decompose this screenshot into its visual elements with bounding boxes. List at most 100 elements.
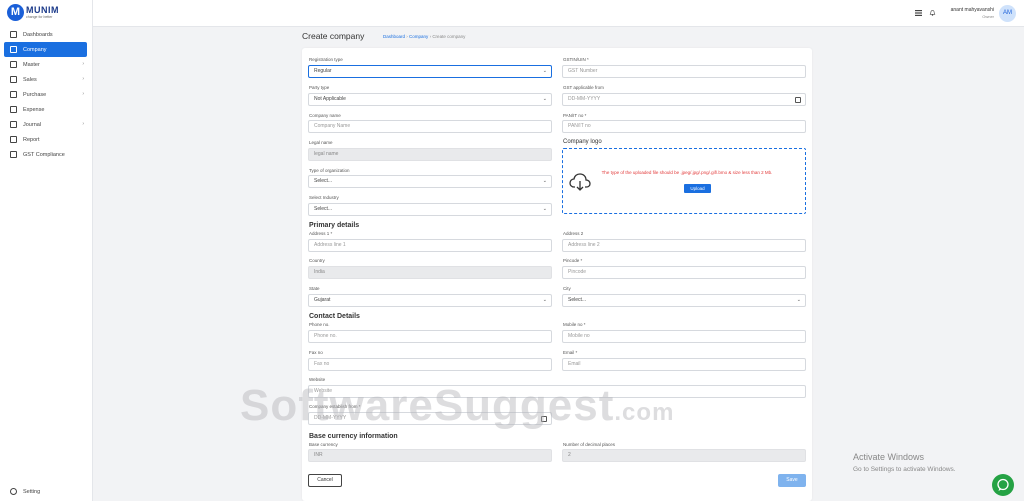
sidebar-item-gst-compliance[interactable]: GST Compliance <box>0 147 93 162</box>
document-icon <box>10 46 17 53</box>
tag-icon <box>10 76 17 83</box>
brand-name: MUNIM <box>26 5 59 15</box>
base-currency-heading: Base currency information <box>309 433 398 440</box>
country-input: India <box>308 266 552 279</box>
party-type-label: Party type <box>309 85 330 90</box>
sidebar-item-company[interactable]: Company <box>4 42 87 57</box>
chevron-down-icon: ⌄ <box>542 178 547 184</box>
chat-bubble-icon[interactable] <box>992 474 1014 496</box>
sidebar-item-purchase[interactable]: Purchase › <box>0 87 93 102</box>
sidebar-item-master[interactable]: Master › <box>0 57 93 72</box>
city-select[interactable]: Select... ⌄ <box>562 294 806 307</box>
cancel-button[interactable]: Cancel <box>308 474 342 487</box>
company-logo-label: Company logo <box>563 139 602 145</box>
fax-input[interactable]: Fax no <box>308 358 552 371</box>
chat-icon <box>997 478 1009 491</box>
cloud-upload-icon <box>569 173 591 191</box>
chevron-down-icon: ⌄ <box>796 297 801 303</box>
sidebar-item-label: GST Compliance <box>23 151 65 158</box>
activate-windows-title: Activate Windows <box>853 452 925 462</box>
primary-details-heading: Primary details <box>309 222 360 229</box>
phone-input[interactable]: Phone no. <box>308 330 552 343</box>
page-title: Create company <box>302 31 365 41</box>
sidebar-item-label: Expense <box>23 106 45 113</box>
gstin-input[interactable]: GST Number <box>562 65 806 78</box>
breadcrumb-current: Create company <box>432 34 466 39</box>
avatar[interactable]: AM <box>999 5 1016 22</box>
sidebar-item-label: Purchase <box>23 91 47 98</box>
country-label: Country <box>309 258 325 263</box>
industry-value: Select... <box>314 206 333 212</box>
phone-label: Phone no. <box>309 322 330 327</box>
state-label: State <box>309 286 320 291</box>
sidebar-item-label: Master <box>23 61 40 68</box>
state-value: Gujarat <box>314 297 331 303</box>
cart-icon <box>10 91 17 98</box>
sidebar-item-label: Report <box>23 136 40 143</box>
company-name-input[interactable]: Company Name <box>308 120 552 133</box>
pan-input[interactable]: PAN/IT no <box>562 120 806 133</box>
chevron-down-icon: ⌄ <box>542 68 547 74</box>
user-role: Owner <box>982 14 994 19</box>
report-icon <box>10 136 17 143</box>
sidebar-item-report[interactable]: Report <box>0 132 93 147</box>
gst-applicable-date-input[interactable]: DD-MM-YYYY <box>562 93 806 106</box>
gear-icon <box>10 488 17 495</box>
calendar-icon[interactable] <box>795 97 801 103</box>
pincode-label: Pincode * <box>563 258 583 263</box>
watermark: SoftwareSuggest.com <box>240 381 674 431</box>
legal-name-label: Legal name <box>309 140 333 145</box>
upload-button[interactable]: Upload <box>684 184 711 193</box>
party-type-select[interactable]: Not Applicable ⌄ <box>308 93 552 106</box>
address2-label: Address 2 <box>563 231 584 236</box>
decimal-places-label: Number of decimal places <box>563 442 616 447</box>
logo-mark: M <box>7 4 24 21</box>
sidebar-item-dashboards[interactable]: Dashboards <box>0 27 93 42</box>
bell-icon[interactable] <box>929 10 936 16</box>
registration-type-label: Registration type <box>309 57 343 62</box>
pincode-input[interactable]: Pincode <box>562 266 806 279</box>
sidebar-item-label: Setting <box>23 488 41 495</box>
org-type-select[interactable]: Select... ⌄ <box>308 175 552 188</box>
address1-input[interactable]: Address line 1 <box>308 239 552 252</box>
chevron-right-icon: › <box>82 61 84 67</box>
logo[interactable]: M MUNIM change for better <box>7 4 87 24</box>
save-button[interactable]: Save <box>778 474 806 487</box>
registration-type-select[interactable]: Regular ⌄ <box>308 65 552 78</box>
home-icon <box>10 31 17 38</box>
logo-upload-dropzone[interactable]: The type of the uploaded file should be … <box>562 148 806 214</box>
address2-input[interactable]: Address line 2 <box>562 239 806 252</box>
fax-label: Fax no <box>309 350 323 355</box>
sidebar-item-setting[interactable]: Setting <box>10 488 40 495</box>
menu-icon[interactable] <box>915 10 922 16</box>
breadcrumb-dashboard-link[interactable]: Dashboard <box>383 34 405 39</box>
sidebar-item-sales[interactable]: Sales › <box>0 72 93 87</box>
mobile-label: Mobile no * <box>563 322 586 327</box>
mobile-input[interactable]: Mobile no <box>562 330 806 343</box>
decimal-places-input: 2 <box>562 449 806 462</box>
breadcrumb-company-link[interactable]: Company <box>409 34 428 39</box>
user-name: anant mahyavanshi <box>950 7 994 13</box>
document-icon <box>10 61 17 68</box>
chevron-right-icon: › <box>82 91 84 97</box>
email-input[interactable]: Email <box>562 358 806 371</box>
sidebar-item-label: Dashboards <box>23 31 53 38</box>
sidebar-item-label: Sales <box>23 76 37 83</box>
registration-type-value: Regular <box>314 68 332 74</box>
sidebar-item-journal[interactable]: Journal › <box>0 117 93 132</box>
email-label: Email * <box>563 350 578 355</box>
clipboard-icon <box>10 106 17 113</box>
state-select[interactable]: Gujarat ⌄ <box>308 294 552 307</box>
sidebar-item-expense[interactable]: Expense <box>0 102 93 117</box>
chevron-down-icon: ⌄ <box>542 96 547 102</box>
org-type-value: Select... <box>314 178 333 184</box>
sidebar-item-label: Journal <box>23 121 42 128</box>
chevron-down-icon: ⌄ <box>542 206 547 212</box>
topbar: anant mahyavanshi Owner AM <box>93 0 1024 27</box>
pan-label: PAN/IT no * <box>563 113 587 118</box>
chevron-down-icon: ⌄ <box>542 297 547 303</box>
watermark-text: SoftwareSuggest <box>240 381 615 430</box>
document-icon <box>10 151 17 158</box>
industry-select[interactable]: Select... ⌄ <box>308 203 552 216</box>
gst-applicable-placeholder: DD-MM-YYYY <box>568 96 601 102</box>
